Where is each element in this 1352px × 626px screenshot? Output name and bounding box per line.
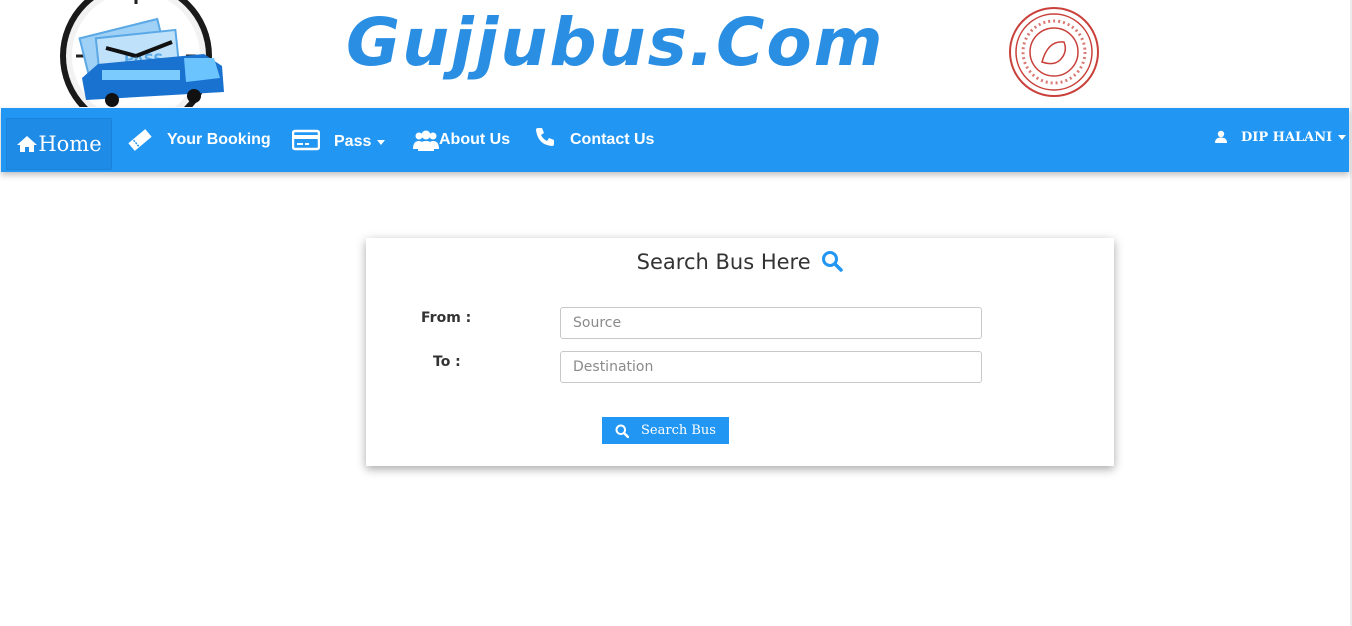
nav-pass-label: Pass — [334, 133, 372, 150]
nav-about-us-label: About Us — [439, 131, 511, 148]
search-panel-heading: Search Bus Here — [366, 250, 1114, 274]
nav-home-label: Home — [38, 132, 102, 156]
user-name: DIP HALANI — [1241, 129, 1333, 145]
search-panel-title: Search Bus Here — [636, 250, 811, 274]
main-navbar: Home Your Booking Pass About Us Contact … — [1, 108, 1349, 172]
chevron-down-icon — [1338, 134, 1347, 140]
destination-input[interactable] — [560, 351, 982, 383]
site-title: Gujjubus.Com — [346, 4, 885, 81]
source-input[interactable] — [560, 307, 982, 339]
nav-about-us[interactable]: About Us — [413, 108, 510, 172]
bus-pass-clock-logo: PASS — [60, 0, 224, 107]
users-icon — [413, 130, 439, 151]
gsrtc-seal-logo — [1009, 7, 1099, 97]
search-bus-button[interactable]: Search Bus — [602, 417, 729, 444]
nav-pass-dropdown[interactable]: Pass — [292, 108, 386, 172]
search-icon — [615, 424, 630, 438]
to-label: To : — [433, 354, 461, 370]
search-icon — [822, 251, 844, 272]
nav-home[interactable]: Home — [6, 118, 112, 170]
credit-card-icon — [292, 129, 320, 151]
nav-your-booking[interactable]: Your Booking — [127, 108, 271, 172]
home-icon — [17, 136, 38, 152]
nav-contact-us-label: Contact Us — [570, 131, 655, 148]
ticket-icon — [128, 129, 152, 151]
nav-your-booking-label: Your Booking — [167, 131, 271, 148]
site-header: PASS Gujjubus.Com — [0, 0, 1352, 107]
user-icon — [1215, 130, 1227, 143]
from-label: From : — [421, 310, 472, 326]
nav-contact-us[interactable]: Contact Us — [534, 108, 654, 172]
search-bus-panel: Search Bus Here From : To : Search Bus — [366, 238, 1114, 466]
chevron-down-icon — [377, 139, 386, 145]
user-menu-dropdown[interactable]: DIP HALANI — [1215, 108, 1347, 172]
phone-icon — [536, 128, 554, 146]
search-bus-button-label: Search Bus — [641, 423, 716, 438]
